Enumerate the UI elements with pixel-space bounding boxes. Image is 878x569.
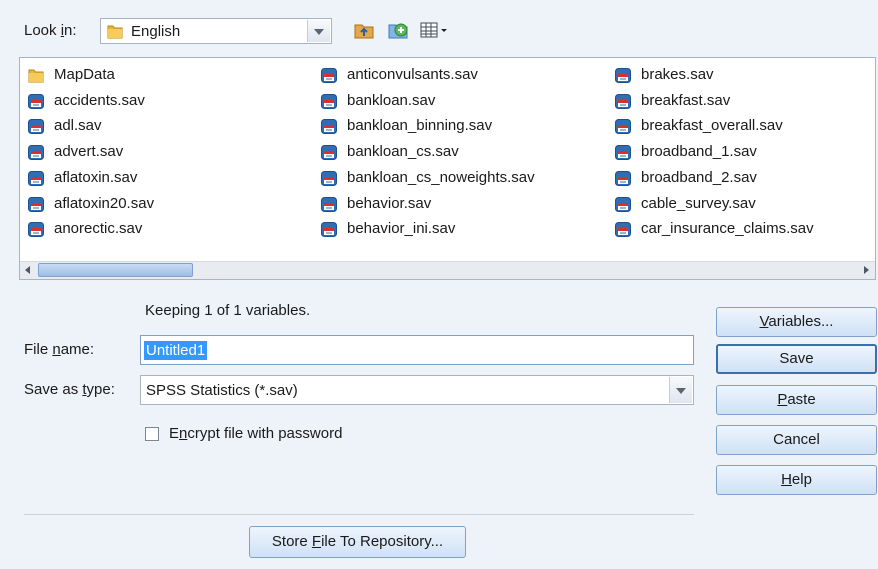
file-name-text: advert.sav (54, 143, 124, 161)
sav-file-icon (615, 119, 631, 141)
file-name-text: broadband_2.sav (641, 168, 757, 186)
file-name-text: brakes.sav (641, 66, 714, 83)
sav-file-icon (28, 145, 44, 167)
file-name-text: adl.sav (54, 117, 102, 135)
look-in-label: Look in: (24, 22, 77, 39)
file-name-text: cable_survey.sav (641, 194, 756, 212)
sav-file-icon (321, 145, 337, 167)
variables-button[interactable]: Variables... (716, 307, 877, 337)
sav-file-icon (321, 93, 337, 116)
sav-file-icon (615, 222, 631, 244)
save-button[interactable]: Save (716, 344, 877, 374)
store-file-to-repository-button[interactable]: Store File To Repository... (249, 526, 466, 558)
cancel-button[interactable]: Cancel (716, 425, 877, 455)
chevron-down-icon[interactable] (669, 377, 692, 403)
sav-file-icon (615, 196, 631, 219)
file-name-text: accidents.sav (54, 91, 145, 109)
chevron-down-icon[interactable] (307, 20, 330, 42)
file-name-text: bankloan_cs.sav (347, 143, 459, 161)
look-in-value: English (131, 23, 181, 40)
sav-file-icon (321, 68, 337, 90)
folder-icon (28, 68, 44, 90)
folder-icon (107, 24, 123, 43)
file-name-text: breakfast_overall.sav (641, 117, 783, 135)
scrollbar-thumb[interactable] (38, 263, 193, 277)
sav-file-icon (321, 170, 337, 193)
sav-file-icon (321, 119, 337, 141)
separator (24, 514, 694, 515)
file-name-text: bankloan_cs_noweights.sav (347, 168, 535, 186)
file-name-text: broadband_1.sav (641, 143, 757, 161)
file-name-text: anticonvulsants.sav (347, 66, 478, 83)
file-name-label: File name: (24, 341, 95, 358)
file-name-text: behavior.sav (347, 194, 432, 212)
up-one-level-icon[interactable] (354, 20, 374, 40)
sav-file-icon (615, 68, 631, 90)
encrypt-label: Encrypt file with password (169, 425, 343, 442)
sav-file-icon (321, 222, 337, 244)
sav-file-icon (28, 93, 44, 116)
file-name-text: anorectic.sav (54, 220, 143, 238)
sav-file-icon (615, 93, 631, 116)
look-in-dropdown[interactable]: English (100, 18, 332, 44)
file-name-value: Untitled1 (144, 341, 208, 360)
save-as-type-dropdown[interactable]: SPSS Statistics (*.sav) (140, 375, 694, 405)
file-name-text: aflatoxin.sav (54, 168, 138, 186)
variables-status: Keeping 1 of 1 variables. (145, 302, 311, 319)
file-name-text: MapData (54, 66, 115, 83)
file-name-text: breakfast.sav (641, 91, 731, 109)
horizontal-scrollbar[interactable] (20, 261, 875, 279)
scroll-right-icon[interactable] (858, 262, 875, 279)
file-name-input[interactable]: Untitled1 (140, 335, 694, 365)
save-as-type-label: Save as type: (24, 381, 115, 398)
sav-file-icon (615, 170, 631, 193)
sav-file-icon (28, 119, 44, 141)
file-name-text: aflatoxin20.sav (54, 194, 155, 212)
file-list[interactable]: MapData accidents.sav adl.sav advert.sav afl… (19, 57, 876, 280)
encrypt-checkbox[interactable] (145, 427, 159, 441)
file-name-text: bankloan_binning.sav (347, 117, 493, 135)
sav-file-icon (28, 222, 44, 244)
file-name-text: car_insurance_claims.sav (641, 220, 814, 238)
sav-file-icon (28, 196, 44, 219)
paste-button[interactable]: Paste (716, 385, 877, 415)
create-new-folder-icon[interactable] (388, 20, 408, 40)
sav-file-icon (321, 196, 337, 219)
scroll-left-icon[interactable] (20, 262, 37, 279)
save-as-type-value: SPSS Statistics (*.sav) (146, 382, 298, 399)
file-name-text: bankloan.sav (347, 91, 436, 109)
sav-file-icon (615, 145, 631, 167)
view-menu-icon[interactable] (420, 20, 454, 40)
sav-file-icon (28, 170, 44, 193)
help-button[interactable]: Help (716, 465, 877, 495)
file-name-text: behavior_ini.sav (347, 220, 456, 238)
